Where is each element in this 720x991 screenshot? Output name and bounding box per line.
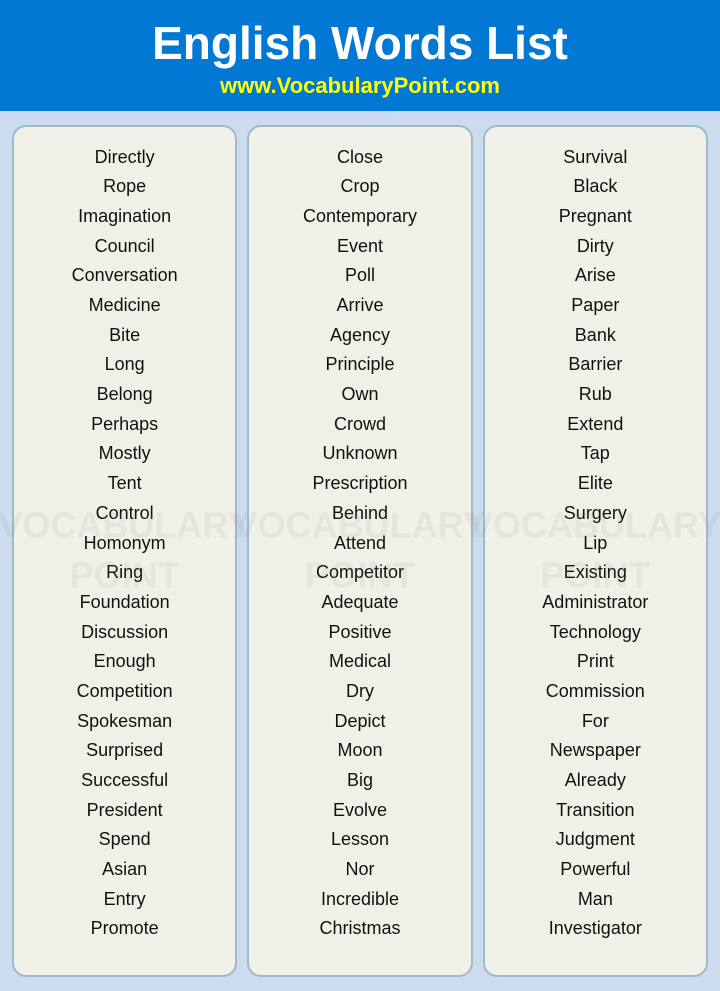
list-item: Barrier [568,350,622,380]
list-item: Foundation [80,588,170,618]
list-item: Arrive [336,291,383,321]
list-item: Crop [340,172,379,202]
column-1: VOCABULARYPOINTDirectlyRopeImaginationCo… [12,125,237,977]
list-item: Existing [564,558,627,588]
list-item: Pregnant [559,202,632,232]
list-item: Imagination [78,202,171,232]
list-item: Competitor [316,558,404,588]
list-item: Moon [337,736,382,766]
list-item: Administrator [542,588,648,618]
list-item: Arise [575,261,616,291]
list-item: Newspaper [550,736,641,766]
list-item: Event [337,232,383,262]
list-item: Already [565,766,626,796]
list-item: Enough [94,647,156,677]
list-item: Own [341,380,378,410]
list-item: Judgment [556,825,635,855]
list-item: Lesson [331,825,389,855]
list-item: Nor [345,855,374,885]
list-item: Incredible [321,885,399,915]
list-item: Homonym [84,529,166,559]
list-item: Tap [581,439,610,469]
list-item: Paper [571,291,619,321]
list-item: Surprised [86,736,163,766]
list-item: For [582,707,609,737]
list-item: Long [105,350,145,380]
list-item: Promote [91,914,159,944]
list-item: Belong [97,380,153,410]
list-item: Evolve [333,796,387,826]
list-item: Unknown [322,439,397,469]
list-item: Black [573,172,617,202]
list-item: Big [347,766,373,796]
header-url: www.VocabularyPoint.com [20,73,700,99]
content-area: VOCABULARYPOINTDirectlyRopeImaginationCo… [0,111,720,991]
list-item: Attend [334,529,386,559]
list-item: Spend [99,825,151,855]
column-3: VOCABULARYPOINTSurvivalBlackPregnantDirt… [483,125,708,977]
list-item: Ring [106,558,143,588]
list-item: Positive [328,618,391,648]
list-item: Man [578,885,613,915]
list-item: Bite [109,321,140,351]
list-item: Close [337,143,383,173]
header: English Words List www.VocabularyPoint.c… [0,0,720,111]
list-item: Control [96,499,154,529]
list-item: Lip [583,529,607,559]
list-item: Spokesman [77,707,172,737]
list-item: Perhaps [91,410,158,440]
list-item: Behind [332,499,388,529]
list-item: Christmas [319,914,400,944]
list-item: Investigator [549,914,642,944]
list-item: Competition [77,677,173,707]
list-item: Technology [550,618,641,648]
list-item: Transition [556,796,634,826]
list-item: Dirty [577,232,614,262]
list-item: Directly [95,143,155,173]
list-item: Conversation [72,261,178,291]
list-item: President [87,796,163,826]
list-item: Print [577,647,614,677]
list-item: Powerful [560,855,630,885]
list-item: Crowd [334,410,386,440]
list-item: Council [95,232,155,262]
list-item: Principle [325,350,394,380]
list-item: Medical [329,647,391,677]
list-item: Commission [546,677,645,707]
list-item: Tent [108,469,142,499]
list-item: Elite [578,469,613,499]
list-item: Entry [104,885,146,915]
list-item: Successful [81,766,168,796]
list-item: Rope [103,172,146,202]
list-item: Contemporary [303,202,417,232]
list-item: Mostly [99,439,151,469]
list-item: Dry [346,677,374,707]
list-item: Survival [563,143,627,173]
column-2: VOCABULARYPOINTCloseCropContemporaryEven… [247,125,472,977]
list-item: Asian [102,855,147,885]
list-item: Bank [575,321,616,351]
list-item: Agency [330,321,390,351]
list-item: Medicine [89,291,161,321]
list-item: Discussion [81,618,168,648]
list-item: Adequate [321,588,398,618]
list-item: Poll [345,261,375,291]
list-item: Prescription [312,469,407,499]
header-title: English Words List [20,18,700,69]
list-item: Extend [567,410,623,440]
list-item: Depict [334,707,385,737]
list-item: Rub [579,380,612,410]
list-item: Surgery [564,499,627,529]
